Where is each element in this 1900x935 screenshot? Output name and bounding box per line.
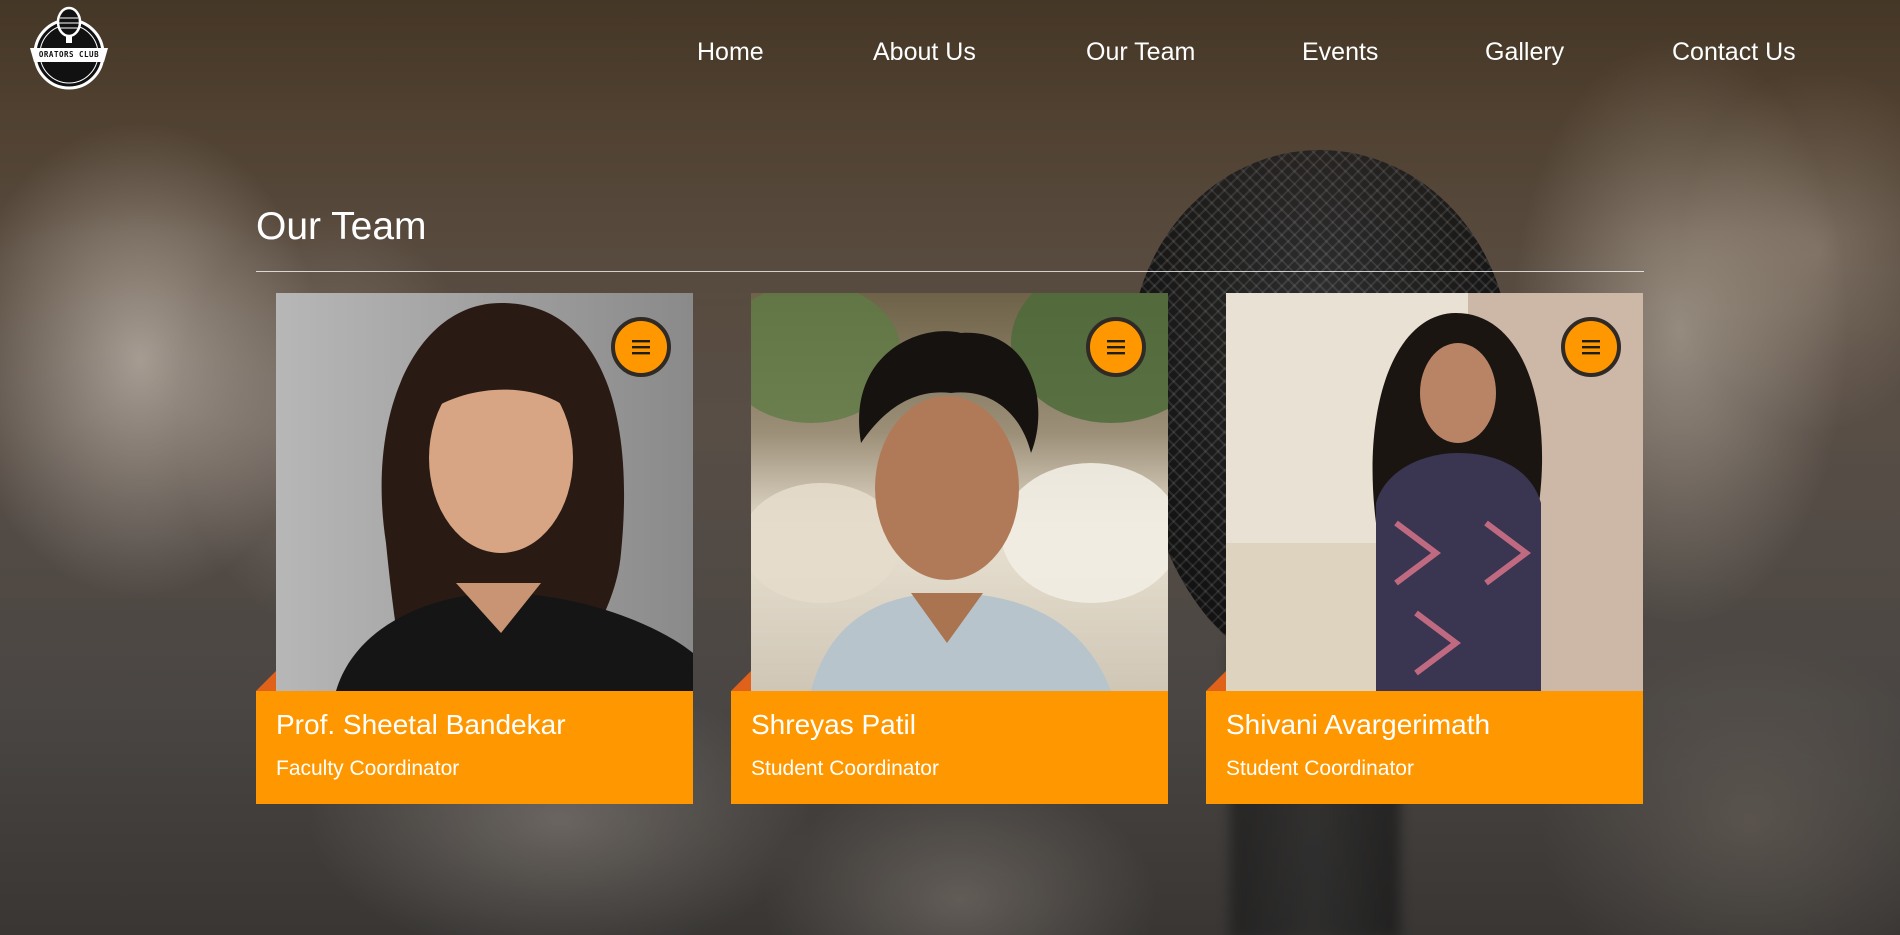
nav-home[interactable]: Home [697,38,764,67]
member-photo [751,293,1168,691]
team-card: Shivani Avargerimath Student Coordinator [1206,293,1643,804]
member-name: Prof. Sheetal Bandekar [276,709,566,740]
team-card: Prof. Sheetal Bandekar Faculty Coordinat… [256,293,693,804]
member-role: Faculty Coordinator [276,757,460,780]
member-info: Shivani Avargerimath Student Coordinator [1206,691,1643,804]
member-role: Student Coordinator [1226,757,1414,780]
nav-events[interactable]: Events [1302,38,1378,67]
member-menu-button[interactable] [1561,317,1621,377]
card-fold-corner [731,671,751,691]
card-fold-corner [1206,671,1226,691]
card-fold-corner [256,671,276,691]
nav-our-team[interactable]: Our Team [1086,38,1195,67]
member-menu-button[interactable] [1086,317,1146,377]
hamburger-menu-icon [632,340,650,355]
hamburger-menu-icon [1107,340,1125,355]
member-info: Prof. Sheetal Bandekar Faculty Coordinat… [256,691,693,804]
team-card: Shreyas Patil Student Coordinator [731,293,1168,804]
main-nav: Home About Us Our Team Events Gallery Co… [0,38,1900,74]
nav-gallery[interactable]: Gallery [1485,38,1564,67]
member-menu-button[interactable] [611,317,671,377]
member-role: Student Coordinator [751,757,939,780]
section-title: Our Team [256,205,427,248]
member-photo [1226,293,1643,691]
nav-contact-us[interactable]: Contact Us [1672,38,1796,67]
member-name: Shreyas Patil [751,709,916,740]
member-name: Shivani Avargerimath [1226,709,1491,740]
member-info: Shreyas Patil Student Coordinator [731,691,1168,804]
member-photo [276,293,693,691]
nav-about-us[interactable]: About Us [873,38,976,67]
hamburger-menu-icon [1582,340,1600,355]
section-divider [256,271,1644,272]
